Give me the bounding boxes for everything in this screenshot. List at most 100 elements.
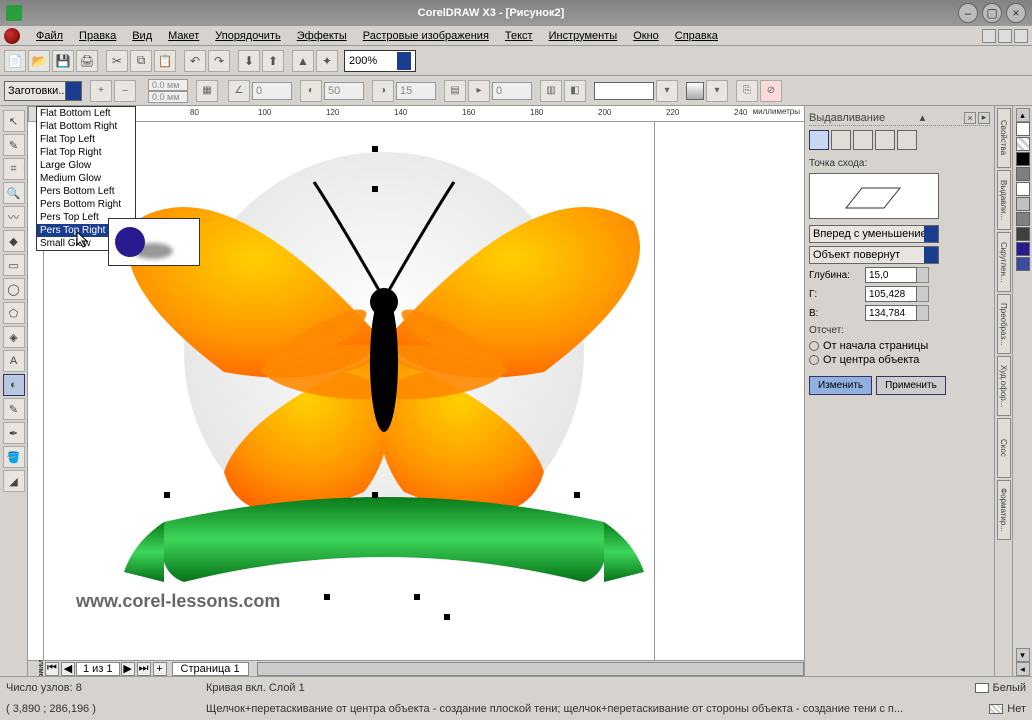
remove-preset-button[interactable]: – (114, 80, 136, 102)
drawing-page[interactable]: www.corel-lessons.com (44, 122, 804, 660)
selection-handle[interactable] (324, 594, 330, 600)
doc-minimize-button[interactable] (982, 29, 996, 43)
color-swatch[interactable] (1016, 257, 1030, 271)
color-swatch[interactable] (1016, 242, 1030, 256)
smart-fill-tool[interactable]: ◆ (3, 230, 25, 252)
menu-вид[interactable]: Вид (124, 28, 160, 44)
preset-option[interactable]: Large Glow (37, 159, 135, 172)
shadow-merge-dropdown[interactable]: ▾ (706, 80, 728, 102)
vp-type-combo[interactable]: Вперед с уменьшением (809, 225, 939, 243)
paste-button[interactable]: 📋 (154, 50, 176, 72)
prev-page-button[interactable]: ◀ (61, 662, 75, 676)
extrude-bevel-tab[interactable] (897, 130, 917, 150)
menu-справка[interactable]: Справка (667, 28, 726, 44)
shadow-angle-field[interactable]: 0 (252, 82, 292, 100)
app-launcher-button[interactable]: ▲ (292, 50, 314, 72)
minimize-button[interactable]: – (958, 3, 978, 23)
last-page-button[interactable]: ⏭ (137, 662, 151, 676)
fill-tool[interactable]: 🪣 (3, 446, 25, 468)
selection-handle[interactable] (372, 146, 378, 152)
crop-tool[interactable]: ⌗ (3, 158, 25, 180)
docker-tab[interactable]: Худ.офор... (997, 356, 1011, 416)
menu-растровые изображения[interactable]: Растровые изображения (355, 28, 497, 44)
import-button[interactable]: ⬇ (238, 50, 260, 72)
doc-restore-button[interactable] (998, 29, 1012, 43)
shadow-type-button[interactable]: ▦ (196, 80, 218, 102)
depth-field[interactable]: 15,0 (865, 267, 917, 283)
preset-option[interactable]: Flat Top Right (37, 146, 135, 159)
menu-эффекты[interactable]: Эффекты (289, 28, 355, 44)
palette-scroll-down[interactable]: ▾ (1016, 648, 1030, 662)
shadow-offset-x[interactable]: 0.0 мм (148, 79, 188, 91)
docker-tab[interactable]: Выдавли... (997, 170, 1011, 230)
docker-tab[interactable]: Преобраз... (997, 294, 1011, 354)
selection-handle[interactable] (414, 594, 420, 600)
color-swatch[interactable] (1016, 212, 1030, 226)
palette-scroll-up[interactable]: ▴ (1016, 108, 1030, 122)
color-swatch[interactable] (1016, 227, 1030, 241)
extrude-camera-tab[interactable] (809, 130, 829, 150)
feather-field[interactable]: 0 (492, 82, 532, 100)
preset-option[interactable]: Medium Glow (37, 172, 135, 185)
apply-button[interactable]: Применить (876, 376, 946, 395)
selection-handle[interactable] (444, 614, 450, 620)
menu-правка[interactable]: Правка (71, 28, 124, 44)
basic-shapes-tool[interactable]: ◈ (3, 326, 25, 348)
freehand-tool[interactable]: 〰 (3, 206, 25, 228)
menu-упорядочить[interactable]: Упорядочить (207, 28, 288, 44)
shadow-color-swatch[interactable] (594, 82, 654, 100)
rectangle-tool[interactable]: ▭ (3, 254, 25, 276)
shadow-merge-swatch[interactable] (686, 82, 704, 100)
preset-option[interactable]: Flat Bottom Right (37, 120, 135, 133)
open-button[interactable]: 📂 (28, 50, 50, 72)
selection-handle[interactable] (574, 492, 580, 498)
fill-swatch[interactable] (975, 683, 989, 693)
polygon-tool[interactable]: ⬠ (3, 302, 25, 324)
v-field[interactable]: 134,784 (865, 305, 917, 321)
maximize-button[interactable]: ▢ (982, 3, 1002, 23)
shadow-color-dropdown[interactable]: ▾ (656, 80, 678, 102)
horizontal-scrollbar[interactable] (257, 662, 804, 676)
text-tool[interactable]: A (3, 350, 25, 372)
vp-lock-combo[interactable]: Объект повернут (809, 246, 939, 264)
color-swatch[interactable] (1016, 167, 1030, 181)
docker-close-button[interactable]: × (964, 112, 976, 124)
measure-radio[interactable]: От центра объекта (809, 354, 990, 366)
color-swatch[interactable] (1016, 122, 1030, 136)
docker-tab[interactable]: Скос (997, 418, 1011, 478)
trans-end-field[interactable]: 15 (396, 82, 436, 100)
clear-shadow-button[interactable]: ⊘ (760, 80, 782, 102)
color-swatch[interactable] (1016, 152, 1030, 166)
edit-button[interactable]: Изменить (809, 376, 872, 395)
extrude-color-tab[interactable] (875, 130, 895, 150)
interactive-blend-tool[interactable]: ◐ (3, 374, 25, 396)
new-button[interactable]: 📄 (4, 50, 26, 72)
interactive-fill-tool[interactable]: ◢ (3, 470, 25, 492)
pick-tool[interactable]: ↖ (3, 110, 25, 132)
color-swatch[interactable] (1016, 197, 1030, 211)
add-page-button[interactable]: + (153, 662, 167, 676)
preset-combo[interactable]: Заготовки... (4, 81, 82, 101)
selection-handle[interactable] (372, 186, 378, 192)
selection-handle[interactable] (372, 492, 378, 498)
menu-текст[interactable]: Текст (497, 28, 541, 44)
feather-edge-button[interactable]: ▥ (540, 80, 562, 102)
docker-collapse-icon[interactable]: ▴ (920, 111, 926, 124)
measure-radio[interactable]: От начала страницы (809, 340, 990, 352)
h-field[interactable]: 105,428 (865, 286, 917, 302)
feather-dir-button[interactable]: ▸ (468, 80, 490, 102)
docker-undock-button[interactable]: ▸ (978, 112, 990, 124)
extrude-rotation-tab[interactable] (831, 130, 851, 150)
outline-swatch[interactable] (989, 704, 1003, 714)
copy-shadow-button[interactable]: ⎘ (736, 80, 758, 102)
preset-option[interactable]: Pers Bottom Right (37, 198, 135, 211)
menu-макет[interactable]: Макет (160, 28, 207, 44)
print-button[interactable]: 🖨 (76, 50, 98, 72)
zoom-dropdown-icon[interactable] (397, 52, 411, 70)
horizontal-ruler[interactable]: 406080100120140160180200220240 миллиметр… (44, 106, 804, 122)
preset-option[interactable]: Flat Top Left (37, 133, 135, 146)
export-button[interactable]: ⬆ (262, 50, 284, 72)
zoom-tool[interactable]: 🔍 (3, 182, 25, 204)
redo-button[interactable]: ↷ (208, 50, 230, 72)
preset-dropdown-icon[interactable] (65, 82, 81, 100)
